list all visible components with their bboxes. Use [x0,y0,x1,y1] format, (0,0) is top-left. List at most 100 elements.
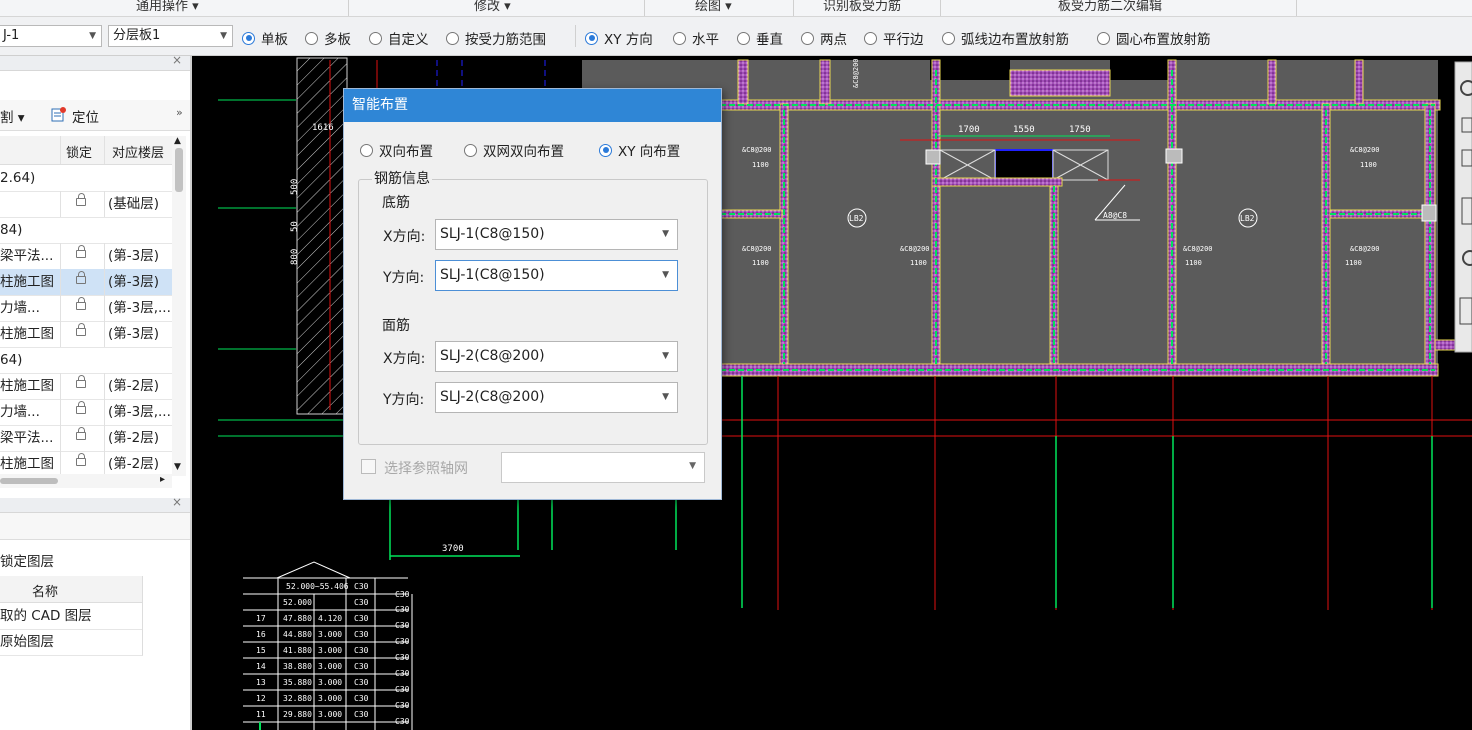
lock-icon[interactable] [76,453,86,466]
ribbon-group-general[interactable]: 通用操作 ▾ [136,0,199,14]
column-divider [104,243,105,269]
ribbon-group-bar: 通用操作 ▾ 修改 ▾ 绘图 ▾ 识别板受力筋 板受力筋二次编辑 [0,0,1472,17]
layer-row[interactable]: 取的 CAD 图层 [0,603,143,630]
vertical-scrollbar[interactable]: ▲ ▼ [172,136,186,476]
more-icon[interactable]: » [176,106,183,119]
svg-text:15: 15 [256,646,266,655]
radio-bidirectional[interactable]: 双向布置 [360,140,433,160]
bottom-bar-label: 底筋 [382,195,410,211]
svg-text:C30: C30 [354,614,369,623]
svg-text:14: 14 [256,662,266,671]
layer-slab-value: 分层板1 [113,28,161,43]
floor-group-row[interactable]: 64) [0,347,172,374]
lock-icon[interactable] [76,427,86,440]
radio-single-slab[interactable]: 单板 [242,28,288,48]
ribbon-group-identify[interactable]: 识别板受力筋 [823,0,901,14]
radio-multi-slab[interactable]: 多板 [305,28,351,48]
radio-arc-radial[interactable]: 弧线边布置放射筋 [942,28,1069,48]
locate-button[interactable]: 定位 [72,106,99,126]
select-value: SLJ-1(C8@150) [440,267,545,283]
radio-label: 圆心布置放射筋 [1116,32,1211,48]
grid-checkbox[interactable] [361,459,376,474]
layer-slab-select[interactable]: 分层板1 ▼ [108,25,233,47]
ribbon-group-modify[interactable]: 修改 ▾ [474,0,511,14]
radio-indicator [305,31,318,45]
lock-icon[interactable] [76,375,86,388]
lock-icon[interactable] [76,245,86,258]
svg-text:38.880: 38.880 [283,662,312,671]
dialog-title[interactable]: 智能布置 [344,89,721,122]
lock-layer-label[interactable]: 锁定图层 [0,550,54,570]
floor-group-row[interactable]: 2.64) [0,165,172,192]
svg-text:52.000~55.406: 52.000~55.406 [286,582,349,591]
rebar-label: &C8@200 [900,245,930,253]
svg-text:3.000: 3.000 [318,710,342,719]
drawing-row[interactable]: 柱施工图 (第-3层) [0,321,172,348]
slab-label: LB2 [1240,214,1255,223]
radio-parallel-edge[interactable]: 平行边 [864,28,924,48]
drawing-row[interactable]: (基础层) [0,191,172,218]
close-icon[interactable]: × [172,495,182,509]
radio-by-range[interactable]: 按受力筋范围 [446,28,546,48]
rebar-length: 1100 [752,259,769,267]
radio-custom[interactable]: 自定义 [369,28,429,48]
split-label: 割 [0,110,14,126]
ribbon-group-edit[interactable]: 板受力筋二次编辑 [1058,0,1162,14]
lock-icon[interactable] [76,297,86,310]
radio-double-net[interactable]: 双网双向布置 [464,140,564,160]
radio-xy-layout[interactable]: XY 向布置 [599,140,680,160]
scroll-up-icon[interactable]: ▲ [174,136,181,146]
layer-name: 原始图层 [0,634,54,650]
drawing-row[interactable]: 柱施工图 (第-3层) [0,269,172,296]
top-x-select[interactable]: SLJ-2(C8@200) ▼ [435,341,678,372]
grid-select[interactable]: ▼ [501,452,705,483]
rebar-length: 1100 [1360,161,1377,169]
drawing-row[interactable]: 梁平法... (第-2层) [0,425,172,452]
scroll-thumb[interactable] [175,148,183,192]
split-button[interactable]: 割 ▾ [0,106,25,126]
radio-center-radial[interactable]: 圆心布置放射筋 [1097,28,1211,48]
smart-layout-dialog: 智能布置 双向布置 双网双向布置 XY 向布置 钢筋信息 底筋 X方向: SLJ… [343,88,722,500]
cad-text: 1616 [312,123,334,133]
bottom-y-select[interactable]: SLJ-1(C8@150) ▼ [435,260,678,291]
bottom-x-select[interactable]: SLJ-1(C8@150) ▼ [435,219,678,250]
drawing-name: 64) [0,352,23,368]
lock-icon[interactable] [76,401,86,414]
drawing-panel-toolbar: 割 ▾ 定位 » [0,100,190,131]
close-icon[interactable]: × [172,53,182,67]
layer-row[interactable]: 原始图层 [0,629,143,656]
column-lock: 锁定 [66,146,93,161]
svg-text:35.880: 35.880 [283,678,312,687]
ribbon-group-draw[interactable]: 绘图 ▾ [695,0,732,14]
scroll-thumb[interactable] [0,478,58,484]
drawing-row[interactable]: 力墙... (第-3层,... [0,399,172,426]
column-floor: 对应楼层 [112,146,165,161]
drawing-row[interactable]: 力墙... (第-3层,... [0,295,172,322]
slab-label: LB2 [849,214,864,223]
radio-label: 弧线边布置放射筋 [961,32,1069,48]
drawing-floor: (第-2层) [108,430,159,446]
radio-xy-direction[interactable]: XY 方向 [585,28,653,48]
drawing-row[interactable]: 梁平法... (第-3层) [0,243,172,270]
drawing-floor: (第-3层) [108,274,159,290]
radio-vertical[interactable]: 垂直 [737,28,783,48]
drawing-row[interactable]: 柱施工图 (第-2层) [0,373,172,400]
svg-text:13: 13 [256,678,266,687]
top-y-select[interactable]: SLJ-2(C8@200) ▼ [435,382,678,413]
svg-text:C30: C30 [395,605,410,614]
svg-text:C30: C30 [354,630,369,639]
rebar-label: &C8@200 [742,146,772,154]
radio-horizontal[interactable]: 水平 [673,28,719,48]
lock-icon[interactable] [76,271,86,284]
radio-two-points[interactable]: 两点 [801,28,847,48]
scroll-right-icon[interactable]: ▸ [160,474,165,485]
horizontal-scrollbar[interactable]: ▸ [0,474,172,488]
rebar-type-select[interactable]: J-1 ▼ [0,25,102,47]
drawing-name: 柱施工图 [0,274,54,290]
svg-text:C30: C30 [354,694,369,703]
scroll-down-icon[interactable]: ▼ [174,462,181,472]
floor-group-row[interactable]: 84) [0,217,172,244]
drawing-floor: (基础层) [108,196,160,212]
lock-icon[interactable] [76,193,86,206]
lock-icon[interactable] [76,323,86,336]
